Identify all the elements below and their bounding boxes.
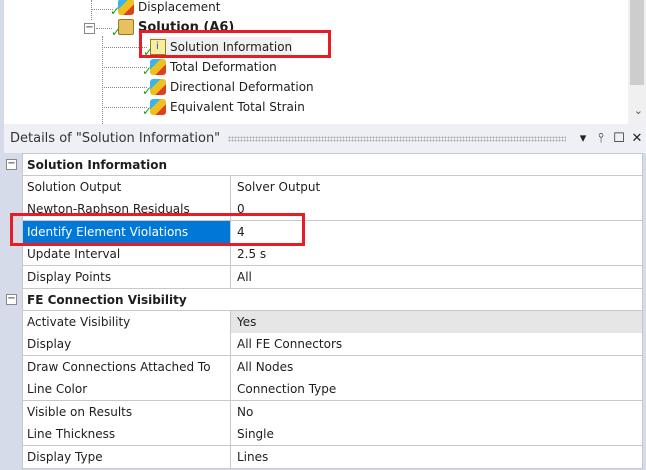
close-icon[interactable]: ✕ <box>628 131 646 146</box>
property-name: Display Points <box>23 265 231 288</box>
tree-scrollbar[interactable]: ⌄ <box>628 0 646 124</box>
result-icon: ✓ <box>142 99 166 118</box>
details-title: Details of "Solution Information" <box>10 131 221 146</box>
section-header[interactable]: Solution Information <box>22 153 643 176</box>
result-icon: ✓ <box>142 79 166 98</box>
property-row[interactable]: Draw Connections Attached To All Nodes <box>22 355 643 379</box>
property-value[interactable]: Yes <box>231 310 642 333</box>
highlight-box <box>139 30 331 58</box>
property-row[interactable]: Display Points All <box>22 265 643 289</box>
section-header[interactable]: FE Connection Visibility <box>22 288 643 311</box>
property-name: Display <box>23 333 231 355</box>
property-name: Draw Connections Attached To <box>23 355 231 378</box>
result-icon: ✓ <box>142 59 166 78</box>
property-value[interactable]: Lines <box>231 446 642 468</box>
highlight-box <box>10 213 305 246</box>
tree-line <box>102 67 147 68</box>
property-value[interactable]: 2.5 s <box>231 243 642 265</box>
property-row[interactable]: Display Type Lines <box>22 445 643 469</box>
tree-line <box>102 107 147 108</box>
property-name: Solution Output <box>23 175 231 198</box>
property-value[interactable]: No <box>231 401 642 423</box>
displacement-icon: ✓ <box>110 0 134 18</box>
tree-line <box>102 87 147 88</box>
property-name: Line Color <box>23 378 231 400</box>
property-value[interactable]: All FE Connectors <box>231 333 642 355</box>
scrollbar-thumb[interactable] <box>630 0 644 85</box>
property-row[interactable]: Solution Output Solver Output <box>22 175 643 199</box>
maximize-icon[interactable]: ☐ <box>610 131 628 146</box>
tree-item-total-deformation[interactable]: ✓ Total Deformation <box>142 57 277 78</box>
project-tree: ✓ Displacement − ✓ Solution (A6) ✓ Solut… <box>0 0 646 124</box>
section-collapse-toggle[interactable]: − <box>6 159 17 170</box>
property-name: Visible on Results <box>23 400 231 423</box>
property-name: Update Interval <box>23 243 231 265</box>
property-row[interactable]: Line Color Connection Type <box>22 378 643 401</box>
tree-item-directional-deformation[interactable]: ✓ Directional Deformation <box>142 77 314 98</box>
property-value[interactable]: Solver Output <box>231 176 642 198</box>
property-value[interactable]: Connection Type <box>231 378 642 400</box>
property-row[interactable]: Visible on Results No <box>22 400 643 424</box>
solution-folder-icon: ✓ <box>111 19 134 39</box>
pin-icon[interactable]: ⫯ <box>592 131 610 146</box>
details-header: Details of "Solution Information" ▾ ⫯ ☐ … <box>0 124 646 153</box>
tree-line <box>91 0 92 20</box>
tree-line <box>96 28 112 29</box>
section-collapse-toggle[interactable]: − <box>6 294 17 305</box>
property-value[interactable]: All <box>231 266 642 288</box>
scroll-down-icon[interactable]: ⌄ <box>634 104 643 117</box>
property-name: Activate Visibility <box>23 310 231 333</box>
collapse-toggle[interactable]: − <box>84 23 95 34</box>
property-row[interactable]: Update Interval 2.5 s <box>22 243 643 266</box>
details-grid: − Solution Information Solution Output Solv… <box>0 153 646 470</box>
property-name: Display Type <box>23 445 231 468</box>
tree-line <box>102 36 103 124</box>
property-value[interactable]: All Nodes <box>231 356 642 378</box>
menu-dropdown-icon[interactable]: ▾ <box>574 131 592 146</box>
property-name: Line Thickness <box>23 423 231 445</box>
drag-grip[interactable] <box>228 135 566 142</box>
property-row[interactable]: Display All FE Connectors <box>22 333 643 356</box>
property-row[interactable]: Line Thickness Single <box>22 423 643 446</box>
tree-item-equivalent-total-strain[interactable]: ✓ Equivalent Total Strain <box>142 97 305 118</box>
property-row[interactable]: Activate Visibility Yes <box>22 310 643 334</box>
property-value[interactable]: Single <box>231 423 642 445</box>
tree-item-displacement[interactable]: ✓ Displacement <box>110 0 221 18</box>
